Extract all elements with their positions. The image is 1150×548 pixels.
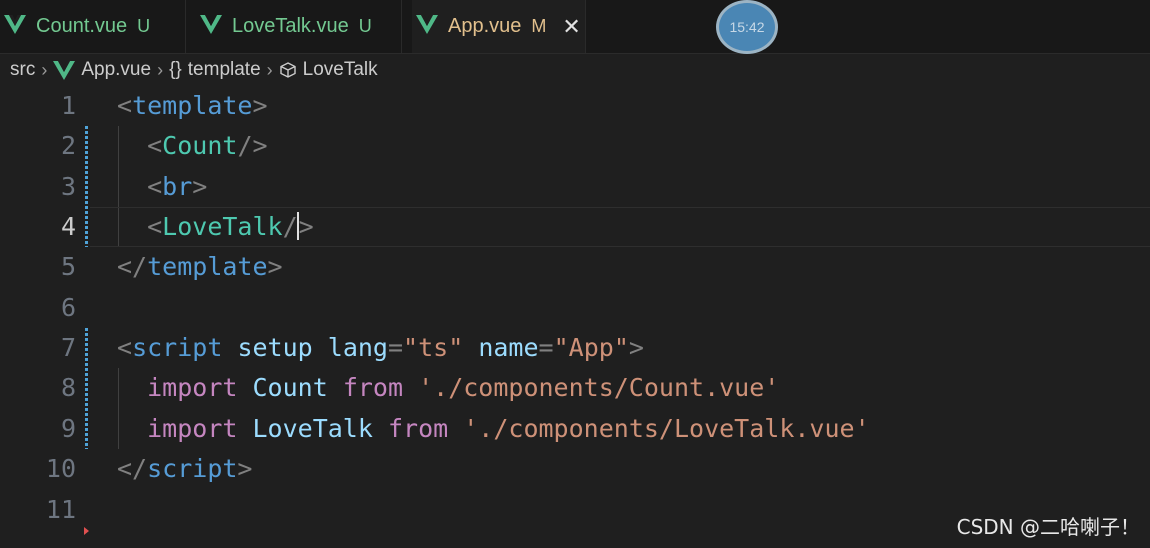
chevron-right-icon: › [266,59,273,80]
component-name: LoveTalk [162,212,283,241]
code-line: 1 <template> [0,86,1150,126]
watermark: CSDN @二哈喇子！ [956,515,1140,539]
attribute-value: "App" [553,333,629,362]
chevron-right-icon: › [157,59,164,80]
attribute-name: lang [327,333,388,362]
tab-lovetalk-vue[interactable]: LoveTalk.vue U [196,0,402,53]
keyword: import [147,414,238,443]
chevron-right-icon: › [41,59,48,80]
close-icon[interactable]: ✕ [562,14,580,40]
breadcrumb-section[interactable]: template [188,59,261,81]
line-number: 11 [45,495,76,524]
git-status-badge: U [358,16,372,36]
breadcrumb-file[interactable]: App.vue [81,59,151,81]
editor-tab-bar: Count.vue U LoveTalk.vue U App.vue M ✕ 1… [0,0,1150,54]
attribute-name: name [478,333,539,362]
line-number: 6 [60,293,76,322]
code-line: 3 <br> [0,167,1150,207]
line-number: 10 [45,454,76,483]
git-status-badge: U [137,16,151,36]
attribute-name: setup [237,333,313,362]
tab-label: App.vue [448,15,522,37]
tag-name: br [162,172,193,201]
string-literal: './components/Count.vue' [418,373,780,402]
identifier: LoveTalk [252,414,373,443]
tag-name: template [147,252,268,281]
code-line: 9 import LoveTalk from './components/Lov… [0,409,1150,449]
code-line: 10 </script> [0,449,1150,489]
tab-app-vue[interactable]: App.vue M ✕ [412,0,586,53]
line-number: 4 [60,212,76,241]
line-number: 3 [60,172,76,201]
tab-label: Count.vue [36,15,128,37]
code-line: 8 import Count from './components/Count.… [0,368,1150,408]
code-line: 7 <script setup lang="ts" name="App"> [0,328,1150,368]
git-status-badge: M [531,16,547,36]
breadcrumb: src › App.vue › {} template › LoveTalk [0,54,1150,86]
vue-file-icon [53,60,76,80]
tag-name: script [132,333,223,362]
code-line: 6 [0,288,1150,328]
tab-label: LoveTalk.vue [232,15,349,37]
breadcrumb-symbol[interactable]: LoveTalk [303,59,378,81]
line-number: 5 [60,252,76,281]
line-number: 8 [60,373,76,402]
tag-name: script [147,454,238,483]
folding-marker-icon [84,527,89,535]
vue-file-icon [200,14,222,40]
component-name: Count [162,131,238,160]
line-number: 1 [60,91,76,120]
code-line-current: 4 <LoveTalk/> [0,207,1150,247]
breadcrumb-folder[interactable]: src [10,59,35,81]
code-editor[interactable]: 1 <template> 2 <Count/> 3 <br> 4 <LoveTa… [0,86,1150,548]
vue-file-icon [4,14,26,40]
code-line: 5 </template> [0,247,1150,287]
attribute-value: "ts" [403,333,464,362]
component-cube-icon [279,61,297,79]
line-number: 7 [60,333,76,362]
code-line: 2 <Count/> [0,126,1150,166]
keyword: from [342,373,404,402]
tag-name: template [132,91,253,120]
keyword: import [147,373,238,402]
tab-count-vue[interactable]: Count.vue U [0,0,186,53]
identifier: Count [252,373,328,402]
clock-widget: 15:42 [716,0,778,54]
string-literal: './components/LoveTalk.vue' [463,414,870,443]
line-number: 9 [60,414,76,443]
keyword: from [387,414,449,443]
vue-file-icon [416,14,438,40]
line-number: 2 [60,131,76,160]
braces-icon: {} [169,59,182,80]
